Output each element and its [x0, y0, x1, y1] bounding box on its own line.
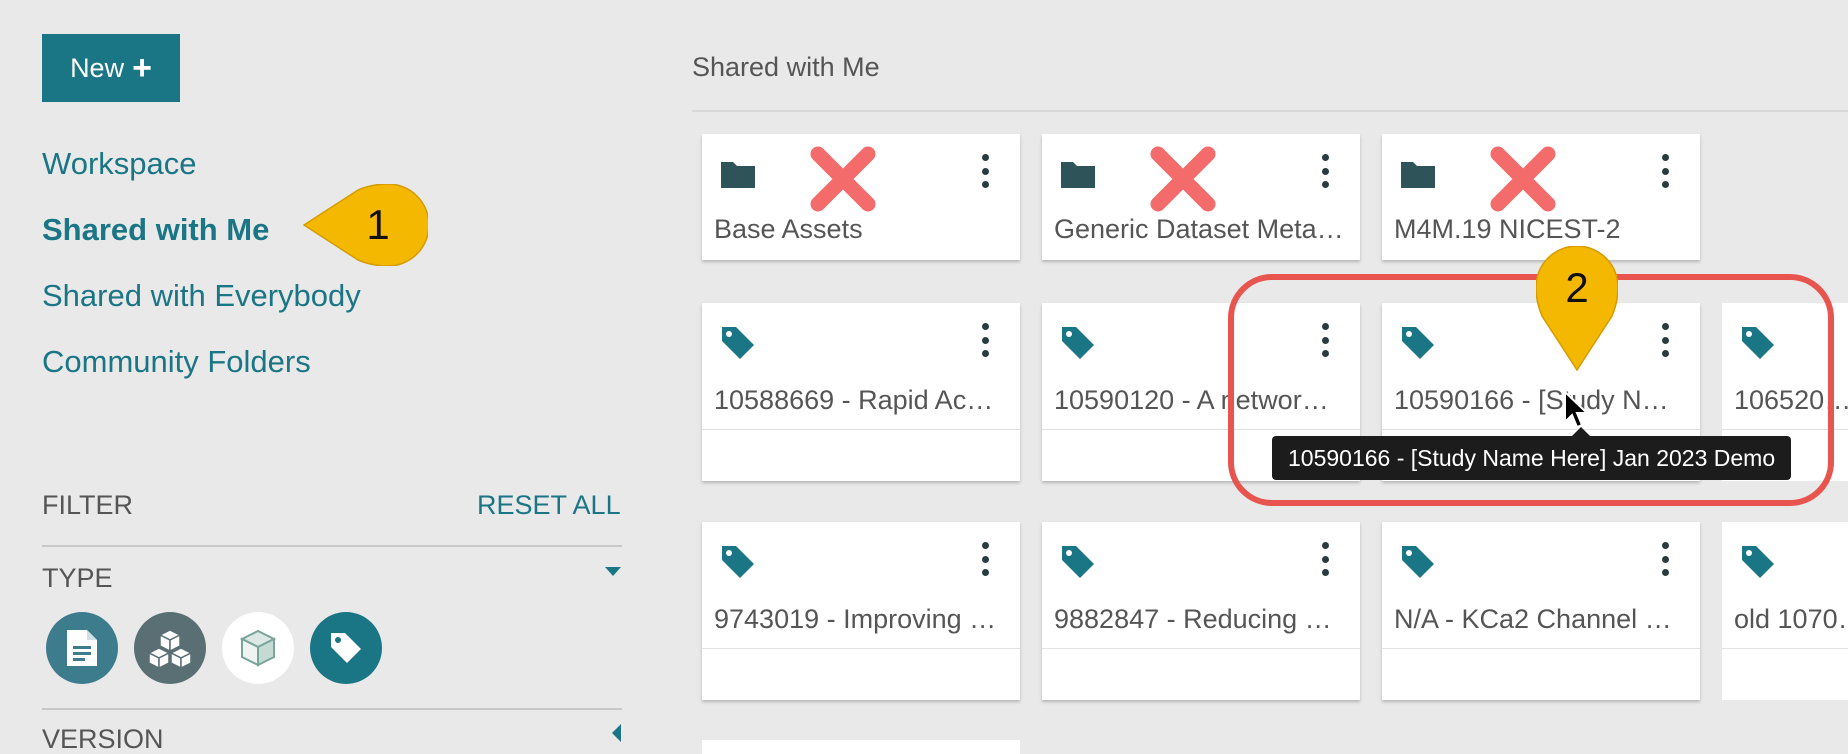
card-menu-icon[interactable]: [1318, 542, 1332, 576]
filter-divider: [42, 545, 622, 547]
version-label: VERSION: [42, 724, 164, 754]
folder-icon: [1061, 162, 1095, 188]
tag-icon: [1062, 327, 1094, 359]
tag-icon: [722, 546, 754, 578]
callout-marker-2: 2: [1536, 246, 1618, 372]
new-button-label: New: [70, 52, 125, 83]
card-menu-icon[interactable]: [1318, 154, 1332, 188]
card-title: 10588669 - Rapid Ac…: [714, 385, 994, 415]
type-document-icon[interactable]: [46, 612, 118, 684]
card-title: N/A - KCa2 Channel …: [1394, 604, 1672, 634]
type-divider: [42, 708, 622, 710]
item-card-9882847[interactable]: 9882847 - Reducing …: [1042, 522, 1360, 700]
tag-icon: [1742, 546, 1774, 578]
title-tooltip: 10590166 - [Study Name Here] Jan 2023 De…: [1272, 427, 1792, 480]
callout-1-number: 1: [366, 201, 389, 248]
red-x-mark-icon: [1490, 146, 1556, 212]
page-title: Shared with Me: [692, 52, 880, 82]
type-collapse-caret-icon[interactable]: [605, 567, 621, 576]
folder-icon: [1401, 162, 1435, 188]
folder-icon: [721, 162, 755, 188]
item-card-old-10701[interactable]: old 10701…: [1722, 522, 1848, 700]
item-card-10588669[interactable]: 10588669 - Rapid Ac…: [702, 303, 1020, 481]
type-tag-icon[interactable]: [310, 612, 382, 684]
version-expand-caret-icon[interactable]: [612, 724, 621, 742]
mouse-cursor-icon: [1564, 390, 1589, 429]
type-label: TYPE: [42, 563, 113, 593]
card-title: Generic Dataset Metadata: [1054, 214, 1352, 244]
card-menu-icon[interactable]: [978, 154, 992, 188]
plus-icon: +: [132, 49, 152, 87]
card-title: old 10701…: [1734, 604, 1848, 634]
callout-2-number: 2: [1565, 264, 1588, 311]
card-title: 9882847 - Reducing …: [1054, 604, 1332, 634]
card-title: Base Assets: [714, 214, 863, 244]
card-title: M4M.19 NICEST-2: [1394, 214, 1621, 244]
tag-icon: [722, 327, 754, 359]
nav-community-folders[interactable]: Community Folders: [42, 344, 311, 380]
card-menu-icon[interactable]: [978, 542, 992, 576]
title-divider: [692, 110, 1848, 112]
red-x-mark-icon: [810, 146, 876, 212]
folder-card-generic-dataset[interactable]: Generic Dataset Metadata: [1042, 134, 1360, 260]
filter-label: FILTER: [42, 490, 134, 520]
new-button[interactable]: New +: [42, 34, 180, 102]
folder-card-m4m19-nicest2[interactable]: M4M.19 NICEST-2: [1382, 134, 1700, 260]
card-menu-icon[interactable]: [1658, 154, 1672, 188]
item-card-9743019[interactable]: 9743019 - Improving …: [702, 522, 1020, 700]
red-x-mark-icon: [1150, 146, 1216, 212]
tag-icon: [1062, 546, 1094, 578]
card-menu-icon[interactable]: [978, 323, 992, 357]
callout-marker-1: 1: [302, 184, 428, 266]
type-cubes-icon[interactable]: [134, 612, 206, 684]
item-card-partial[interactable]: [702, 740, 1020, 754]
item-card-kca2-channel[interactable]: N/A - KCa2 Channel …: [1382, 522, 1700, 700]
nav-shared-with-everybody[interactable]: Shared with Everybody: [42, 278, 361, 314]
nav-workspace[interactable]: Workspace: [42, 146, 197, 182]
type-cube-icon[interactable]: [222, 612, 294, 684]
card-title: 9743019 - Improving …: [714, 604, 997, 634]
nav-shared-with-me[interactable]: Shared with Me: [42, 212, 269, 248]
tag-icon: [1402, 546, 1434, 578]
reset-all-link[interactable]: RESET ALL: [477, 490, 621, 521]
card-menu-icon[interactable]: [1658, 542, 1672, 576]
folder-card-base-assets[interactable]: Base Assets: [702, 134, 1020, 260]
